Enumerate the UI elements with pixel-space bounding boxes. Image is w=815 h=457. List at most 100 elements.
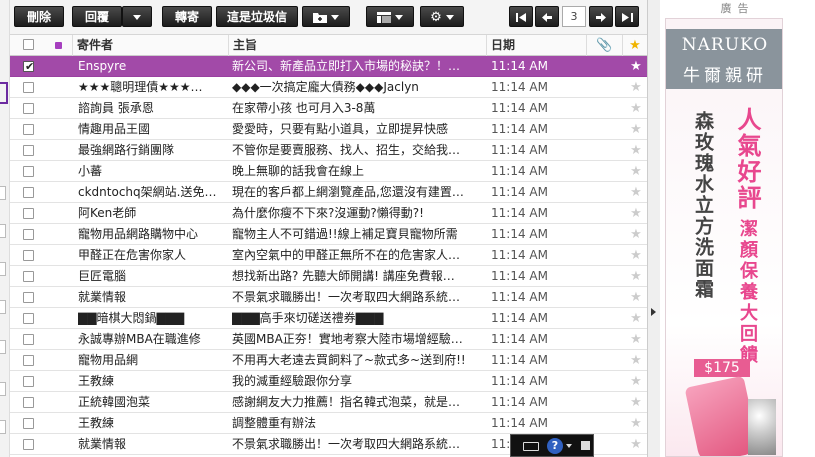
message-row[interactable]: 諮詢員 張承恩 在家帶小孩 也可月入3-8萬 11:14 AM ★ (10, 98, 647, 119)
message-sender: ★★★聰明理債★★★… (78, 80, 203, 94)
row-checkbox[interactable] (23, 292, 34, 303)
star-icon[interactable]: ★ (628, 56, 644, 77)
last-page-icon (621, 13, 633, 22)
message-row[interactable]: 最強網路行銷團隊 不管你是要賣服務、找人、招生，交給我… 11:14 AM ★ (10, 140, 647, 161)
star-icon[interactable]: ★ (628, 392, 644, 413)
delete-button[interactable]: 刪除 (14, 6, 64, 27)
chevron-down-icon[interactable] (566, 444, 572, 448)
reply-button[interactable]: 回覆 (72, 6, 122, 27)
message-row[interactable]: 巨匠電腦 想找新出路? 先聽大師開講! 講座免費報… 11:14 AM ★ (10, 266, 647, 287)
row-checkbox[interactable]: ✔ (23, 61, 34, 72)
row-checkbox[interactable] (23, 418, 34, 429)
row-checkbox[interactable] (23, 82, 34, 93)
reply-options-dropdown[interactable] (122, 6, 152, 27)
row-checkbox[interactable] (23, 187, 34, 198)
row-checkbox[interactable] (23, 124, 34, 135)
move-to-folder-button[interactable] (302, 6, 350, 27)
select-all-checkbox[interactable] (23, 39, 34, 50)
first-page-button[interactable] (509, 6, 533, 27)
row-checkbox[interactable] (23, 271, 34, 282)
ad-panel-toggle[interactable] (647, 0, 660, 457)
star-icon[interactable]: ★ (628, 413, 644, 434)
message-row[interactable]: 寵物用品網路購物中心 寵物主人不可錯過!!線上補足寶貝寵物所需 11:14 AM ★ (10, 224, 647, 245)
message-row[interactable]: 正統韓國泡菜 感謝網友大力推薦！指名韓式泡菜，就是… 11:14 AM ★ (10, 392, 647, 413)
message-row[interactable]: 永誠專辦MBA在職進修 英國MBA正夯！實地考察大陸市場增經驗… 11:14 AM ★ (10, 329, 647, 350)
panel-tab[interactable] (0, 382, 6, 396)
message-row[interactable]: ✔ Enspyre 新公司、新產品立即打入市場的秘訣？！… 11:14 AM ★ (10, 56, 647, 77)
message-row[interactable]: 寵物用品網 不用再大老遠去買飼料了~款式多~送到府!! 11:14 AM ★ (10, 350, 647, 371)
star-icon[interactable]: ★ (628, 287, 644, 308)
row-checkbox[interactable] (23, 439, 34, 450)
panel-tab[interactable] (0, 262, 6, 276)
star-icon[interactable]: ★ (628, 140, 644, 161)
close-icon[interactable] (581, 441, 590, 450)
message-row[interactable]: 王教練 調整體重有辦法 11:14 AM ★ (10, 413, 647, 434)
next-page-button[interactable] (589, 6, 613, 27)
message-row[interactable]: ckdntochq架網站.送免… 現在的客戶都上網瀏覽產品,您還沒有建置… 11:1… (10, 182, 647, 203)
ad-label: 廣告 (720, 2, 755, 15)
star-icon[interactable]: ★ (628, 161, 644, 182)
message-row[interactable]: 甲醛正在危害你家人 室內空氣中的甲醛正無所不在的危害家人… 11:14 AM ★ (10, 245, 647, 266)
report-spam-button[interactable]: 這是垃圾信 (216, 6, 298, 27)
star-icon[interactable]: ★ (628, 350, 644, 371)
row-checkbox[interactable] (23, 145, 34, 156)
arrow-left-icon (542, 13, 552, 22)
column-header-attachment[interactable]: 📎 (586, 35, 622, 56)
panel-tab[interactable] (0, 186, 6, 200)
column-header-from[interactable]: 寄件者 (72, 35, 228, 56)
message-row[interactable]: ▇▇暗棋大悶鍋▇▇▇ ▇▇▇高手來切磋送禮券▇▇▇ 11:14 AM ★ (10, 308, 647, 329)
help-icon[interactable]: ? (547, 438, 563, 454)
message-row[interactable]: 情趣用品王國 愛愛時，只要有點小道具，立即提昇快感 11:14 AM ★ (10, 119, 647, 140)
star-icon[interactable]: ★ (628, 329, 644, 350)
star-icon[interactable]: ★ (628, 434, 644, 455)
message-subject: ◆◆◆一次搞定龐大債務◆◆◆Jaclyn (232, 80, 419, 94)
star-icon[interactable]: ★ (628, 245, 644, 266)
settings-button[interactable]: ⚙ (420, 6, 464, 27)
star-icon[interactable]: ★ (628, 224, 644, 245)
advertisement-banner[interactable]: NARUKO 牛爾親研 森玫瑰水立方洗面霜 人氣好評 潔顏保養大回饋 $175 (665, 18, 783, 457)
row-checkbox[interactable] (23, 313, 34, 324)
star-icon[interactable]: ★ (628, 98, 644, 119)
row-checkbox[interactable] (23, 229, 34, 240)
message-date: 11:14 AM (491, 332, 548, 346)
panel-tab[interactable] (0, 224, 6, 238)
star-icon[interactable]: ★ (628, 77, 644, 98)
row-checkbox[interactable] (23, 334, 34, 345)
star-icon[interactable]: ★ (628, 308, 644, 329)
row-checkbox[interactable] (23, 103, 34, 114)
message-row[interactable]: ★★★聰明理債★★★… ◆◆◆一次搞定龐大債務◆◆◆Jaclyn 11:14 AM ★ (10, 77, 647, 98)
forward-button[interactable]: 轉寄 (162, 6, 212, 27)
row-checkbox[interactable] (23, 250, 34, 261)
ad-headline: 人氣好評 (733, 107, 761, 211)
keyboard-icon[interactable] (523, 442, 539, 451)
message-row[interactable]: 小蕃 晚上無聊的話我會在線上 11:14 AM ★ (10, 161, 647, 182)
row-checkbox[interactable] (23, 355, 34, 366)
star-icon[interactable]: ★ (628, 266, 644, 287)
message-subject: 為什麼你瘦不下來?沒運動?懶得動?! (232, 206, 424, 220)
previous-page-button[interactable] (535, 6, 559, 27)
row-checkbox[interactable] (23, 166, 34, 177)
row-checkbox[interactable] (23, 397, 34, 408)
panel-tab[interactable] (0, 340, 6, 354)
star-icon[interactable]: ★ (628, 203, 644, 224)
column-header-star[interactable]: ★ (622, 35, 647, 56)
column-header-date[interactable]: 日期 (486, 35, 586, 56)
panel-tab[interactable] (0, 420, 6, 434)
view-options-button[interactable] (366, 6, 414, 27)
message-date: 11:14 AM (491, 206, 548, 220)
star-icon[interactable]: ★ (628, 119, 644, 140)
last-page-button[interactable] (615, 6, 639, 27)
panel-tab[interactable] (0, 300, 6, 314)
message-row[interactable]: 就業情報 不景氣求職勝出！一次考取四大網路系統… 11:14 AM ★ (10, 287, 647, 308)
column-header-date-label: 日期 (491, 38, 516, 52)
row-checkbox[interactable] (23, 208, 34, 219)
message-row[interactable]: 阿Ken老師 為什麼你瘦不下來?沒運動?懶得動?! 11:14 AM ★ (10, 203, 647, 224)
message-subject: 室內空氣中的甲醛正無所不在的危害家人… (232, 248, 461, 262)
star-icon[interactable]: ★ (628, 182, 644, 203)
page-number[interactable]: 3 (562, 6, 586, 27)
row-checkbox[interactable] (23, 376, 34, 387)
brand-name-en: NARUKO (681, 35, 769, 55)
message-row[interactable]: 王教練 我的減重經驗跟你分享 11:14 AM ★ (10, 371, 647, 392)
column-header-subject[interactable]: 主旨 (228, 35, 486, 56)
star-icon[interactable]: ★ (628, 371, 644, 392)
